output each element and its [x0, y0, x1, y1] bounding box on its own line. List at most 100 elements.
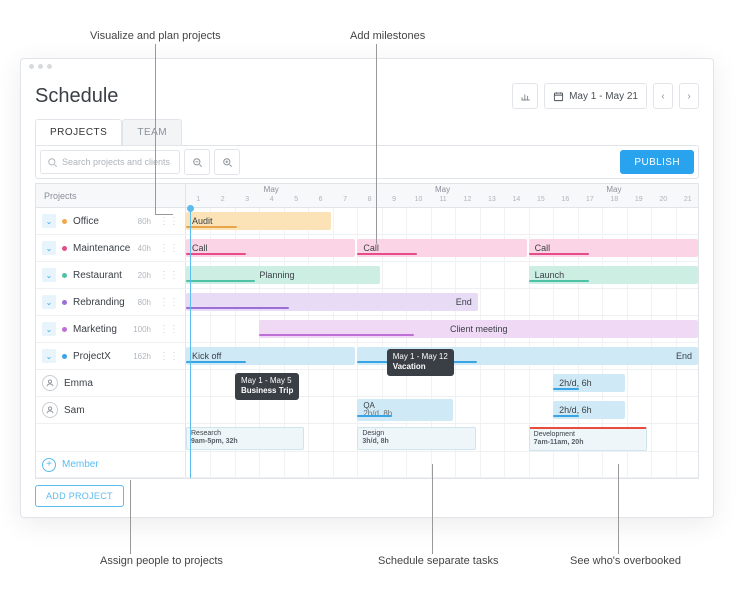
zoom-in-button[interactable] [214, 149, 240, 175]
drag-handle-icon[interactable]: ⋮⋮ [159, 351, 179, 362]
month-label: May [606, 185, 621, 194]
search-placeholder: Search projects and clients [62, 157, 170, 167]
project-name: Restaurant [73, 270, 122, 281]
tab-projects[interactable]: PROJECTS [35, 119, 122, 145]
annotation-tasks: Schedule separate tasks [378, 555, 498, 567]
date-range-label: May 1 - May 21 [569, 91, 638, 102]
project-row: ⌄ ProjectX 162h ⋮⋮ Kick offEndMay 1 - Ma… [36, 343, 698, 370]
collapse-toggle[interactable]: ⌄ [42, 322, 56, 336]
avatar-icon [42, 402, 58, 418]
person-row: Sam QA2h/d, 8h2h/d, 6h [36, 397, 698, 424]
tooltip-business-trip: May 1 - May 5Business Trip [235, 373, 299, 400]
annotation-line [155, 214, 173, 215]
date-range-button[interactable]: May 1 - May 21 [544, 83, 647, 109]
month-label: May [435, 185, 450, 194]
collapse-toggle[interactable]: ⌄ [42, 349, 56, 363]
task-card[interactable]: Development7am-11am, 20h [529, 427, 647, 451]
person-name: Emma [64, 378, 93, 389]
chart-view-button[interactable] [512, 83, 538, 109]
day-label: 1 [196, 196, 200, 203]
zoom-out-button[interactable] [184, 149, 210, 175]
project-row: ⌄ Restaurant 20h ⋮⋮ PlanningLaunch [36, 262, 698, 289]
day-label: 11 [439, 196, 446, 203]
task-row: Research9am-5pm, 32h Design3h/d, 8h Develo… [36, 424, 698, 452]
person-row: Emma 2h/d, 6hMay 1 - May 5Business Trip [36, 370, 698, 397]
day-label: 20 [659, 196, 667, 203]
project-row: ⌄ Maintenance 40h ⋮⋮ CallCallCall [36, 235, 698, 262]
day-label: 18 [610, 196, 618, 203]
add-member-link[interactable]: Member [62, 459, 99, 470]
day-label: 21 [684, 196, 692, 203]
page-title: Schedule [35, 85, 118, 108]
project-color-dot [62, 273, 67, 278]
project-row: ⌄ Rebranding 80h ⋮⋮ End [36, 289, 698, 316]
drag-handle-icon[interactable]: ⋮⋮ [159, 243, 179, 254]
add-member-row: + Member [36, 452, 698, 478]
avatar-icon [42, 375, 58, 391]
next-button[interactable]: › [679, 83, 699, 109]
project-color-dot [62, 300, 67, 305]
annotation-visualize: Visualize and plan projects [90, 30, 221, 42]
drag-handle-icon[interactable]: ⋮⋮ [159, 297, 179, 308]
header: Schedule May 1 - May 21 ‹ › [21, 77, 713, 115]
day-label: 14 [513, 196, 521, 203]
day-label: 7 [343, 196, 347, 203]
schedule-bar[interactable]: QA2h/d, 8h [357, 399, 453, 421]
project-name: Office [73, 216, 99, 227]
project-hours: 100h [133, 325, 151, 334]
today-indicator [190, 208, 191, 478]
project-name: ProjectX [73, 351, 111, 362]
day-label: 10 [415, 196, 423, 203]
prev-button[interactable]: ‹ [653, 83, 673, 109]
annotation-assign: Assign people to projects [100, 555, 223, 567]
toolbar: Search projects and clients PUBLISH [35, 145, 699, 179]
collapse-toggle[interactable]: ⌄ [42, 268, 56, 282]
month-label: May [264, 185, 279, 194]
annotation-overbooked: See who's overbooked [570, 555, 681, 567]
drag-handle-icon[interactable]: ⋮⋮ [159, 324, 179, 335]
projects-header-label: Projects [36, 184, 185, 208]
project-name: Maintenance [73, 243, 130, 254]
project-color-dot [62, 219, 67, 224]
publish-button[interactable]: PUBLISH [620, 150, 694, 174]
project-row: ⌄ Marketing 100h ⋮⋮ Client meeting [36, 316, 698, 343]
project-name: Marketing [73, 324, 117, 335]
task-card[interactable]: Design3h/d, 8h [357, 427, 475, 450]
project-color-dot [62, 327, 67, 332]
add-project-button[interactable]: ADD PROJECT [35, 485, 124, 507]
tab-team[interactable]: TEAM [122, 119, 182, 145]
add-member-icon[interactable]: + [42, 458, 56, 472]
day-label: 17 [586, 196, 594, 203]
project-hours: 80h [138, 217, 151, 226]
tabs: PROJECTS TEAM [35, 119, 182, 145]
collapse-toggle[interactable]: ⌄ [42, 214, 56, 228]
window-controls [29, 64, 52, 69]
day-label: 15 [537, 196, 545, 203]
drag-handle-icon[interactable]: ⋮⋮ [159, 216, 179, 227]
collapse-toggle[interactable]: ⌄ [42, 295, 56, 309]
timeline-header: MayMayMay 123456789101112131415161718192… [186, 184, 698, 207]
day-label: 3 [245, 196, 249, 203]
project-hours: 162h [133, 352, 151, 361]
project-color-dot [62, 354, 67, 359]
drag-handle-icon[interactable]: ⋮⋮ [159, 270, 179, 281]
annotation-line [130, 480, 131, 554]
annotation-line [376, 44, 377, 244]
day-label: 4 [270, 196, 274, 203]
app-window: Schedule May 1 - May 21 ‹ › PROJECTS TEA… [20, 58, 714, 518]
search-input[interactable]: Search projects and clients [40, 150, 180, 174]
project-color-dot [62, 246, 67, 251]
day-label: 6 [319, 196, 323, 203]
search-icon [47, 157, 58, 168]
day-label: 16 [561, 196, 569, 203]
annotation-line [432, 464, 433, 554]
project-hours: 40h [138, 244, 151, 253]
task-card[interactable]: Research9am-5pm, 32h [186, 427, 304, 450]
person-name: Sam [64, 405, 85, 416]
day-label: 5 [294, 196, 298, 203]
day-label: 19 [635, 196, 643, 203]
day-label: 9 [392, 196, 396, 203]
collapse-toggle[interactable]: ⌄ [42, 241, 56, 255]
day-label: 12 [464, 196, 472, 203]
project-hours: 20h [138, 271, 151, 280]
